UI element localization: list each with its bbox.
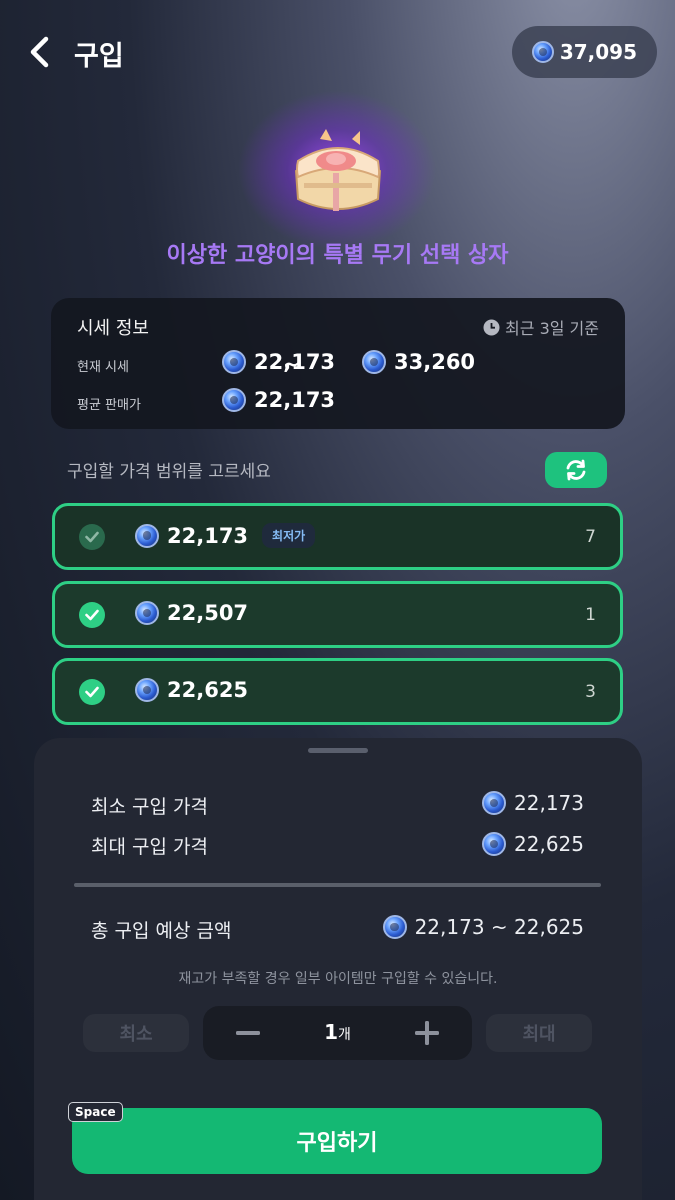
min-quantity-button[interactable]: 최소: [83, 1014, 189, 1052]
refresh-button[interactable]: [545, 452, 607, 488]
quantity-value: 1: [324, 1020, 339, 1044]
min-price: 22,173: [482, 791, 584, 815]
sheet-drag-handle[interactable]: [308, 748, 368, 753]
coin-icon: [135, 523, 159, 548]
page-title: 구입: [74, 41, 124, 72]
space-shortcut-badge: Space: [68, 1102, 123, 1122]
current-price-min: 22,173: [222, 350, 335, 374]
coin-icon: [222, 350, 246, 374]
currency-balance[interactable]: 37,095: [511, 26, 657, 78]
coin-icon: [482, 791, 507, 815]
range-instruction: 구입할 가격 범위를 고르세요: [67, 462, 271, 482]
coin-icon: [531, 41, 554, 63]
coin-icon: [222, 388, 246, 412]
stock-notice: 재고가 부족할 경우 일부 아이템만 구입할 수 있습니다.: [178, 971, 498, 987]
average-price-value: 22,173: [254, 388, 336, 412]
lowest-price-badge: 최저가: [262, 523, 316, 548]
check-icon[interactable]: [79, 602, 105, 628]
min-price-value: 22,173: [514, 791, 584, 815]
min-price-label: 최소 구입 가격: [91, 796, 208, 818]
average-price-label: 평균 판매가: [77, 398, 141, 413]
balance-value: 37,095: [559, 40, 637, 64]
divider: [74, 883, 601, 887]
total-label: 총 구입 예상 금액: [91, 920, 232, 942]
back-arrow-icon[interactable]: [26, 36, 54, 68]
check-icon[interactable]: [79, 524, 105, 550]
check-icon[interactable]: [79, 679, 105, 705]
coin-icon: [135, 601, 159, 625]
current-price-label: 현재 시세: [77, 360, 129, 375]
buy-button[interactable]: 구입하기: [72, 1108, 602, 1174]
option-quantity: 7: [585, 527, 596, 547]
quantity-unit: 개: [338, 1027, 351, 1043]
max-quantity-button[interactable]: 최대: [486, 1014, 592, 1052]
coin-icon: [382, 915, 407, 939]
market-info-title: 시세 정보: [77, 318, 149, 339]
plus-icon[interactable]: [412, 1019, 442, 1047]
period-text: 최근 3일 기준: [505, 319, 599, 338]
max-price-label: 최대 구입 가격: [91, 836, 208, 858]
current-price-max-value: 33,260: [394, 350, 476, 374]
option-price-value: 22,173: [167, 523, 249, 548]
option-price-value: 22,507: [167, 601, 249, 625]
price-option-1[interactable]: 22,173 최저가 7: [52, 503, 623, 570]
price-option-2[interactable]: 22,507 1: [52, 581, 623, 648]
option-price: 22,625: [135, 678, 248, 702]
coin-icon: [362, 350, 386, 374]
average-price: 22,173: [222, 388, 335, 412]
max-price-value: 22,625: [514, 832, 584, 856]
period-info: 최근 3일 기준: [483, 315, 599, 339]
total-price-value: 22,173 ~ 22,625: [414, 915, 584, 939]
range-tilde: ~: [283, 352, 300, 376]
option-price-value: 22,625: [167, 678, 249, 702]
clock-icon: [483, 319, 500, 335]
market-info-card: 시세 정보 최근 3일 기준 현재 시세 22,173 33,260 평균 판매…: [51, 298, 625, 429]
item-name: 이상한 고양이의 특별 무기 선택 상자: [166, 243, 509, 268]
quantity-stepper: 1개: [203, 1006, 472, 1060]
option-quantity: 3: [585, 682, 596, 702]
coin-icon: [135, 678, 159, 702]
option-price: 22,507: [135, 601, 248, 625]
coin-icon: [482, 832, 507, 856]
total-price: 22,173 ~ 22,625: [382, 915, 584, 939]
price-option-3[interactable]: 22,625 3: [52, 658, 623, 725]
gift-box-icon: [286, 125, 390, 225]
purchase-sheet: 최소 구입 가격 22,173 최대 구입 가격 22,625 총 구입 예상 …: [34, 738, 642, 1200]
max-price: 22,625: [482, 832, 584, 856]
current-price-max: 33,260: [362, 350, 475, 374]
option-quantity: 1: [585, 605, 596, 625]
option-price: 22,173 최저가: [135, 523, 316, 548]
refresh-icon: [566, 459, 586, 481]
